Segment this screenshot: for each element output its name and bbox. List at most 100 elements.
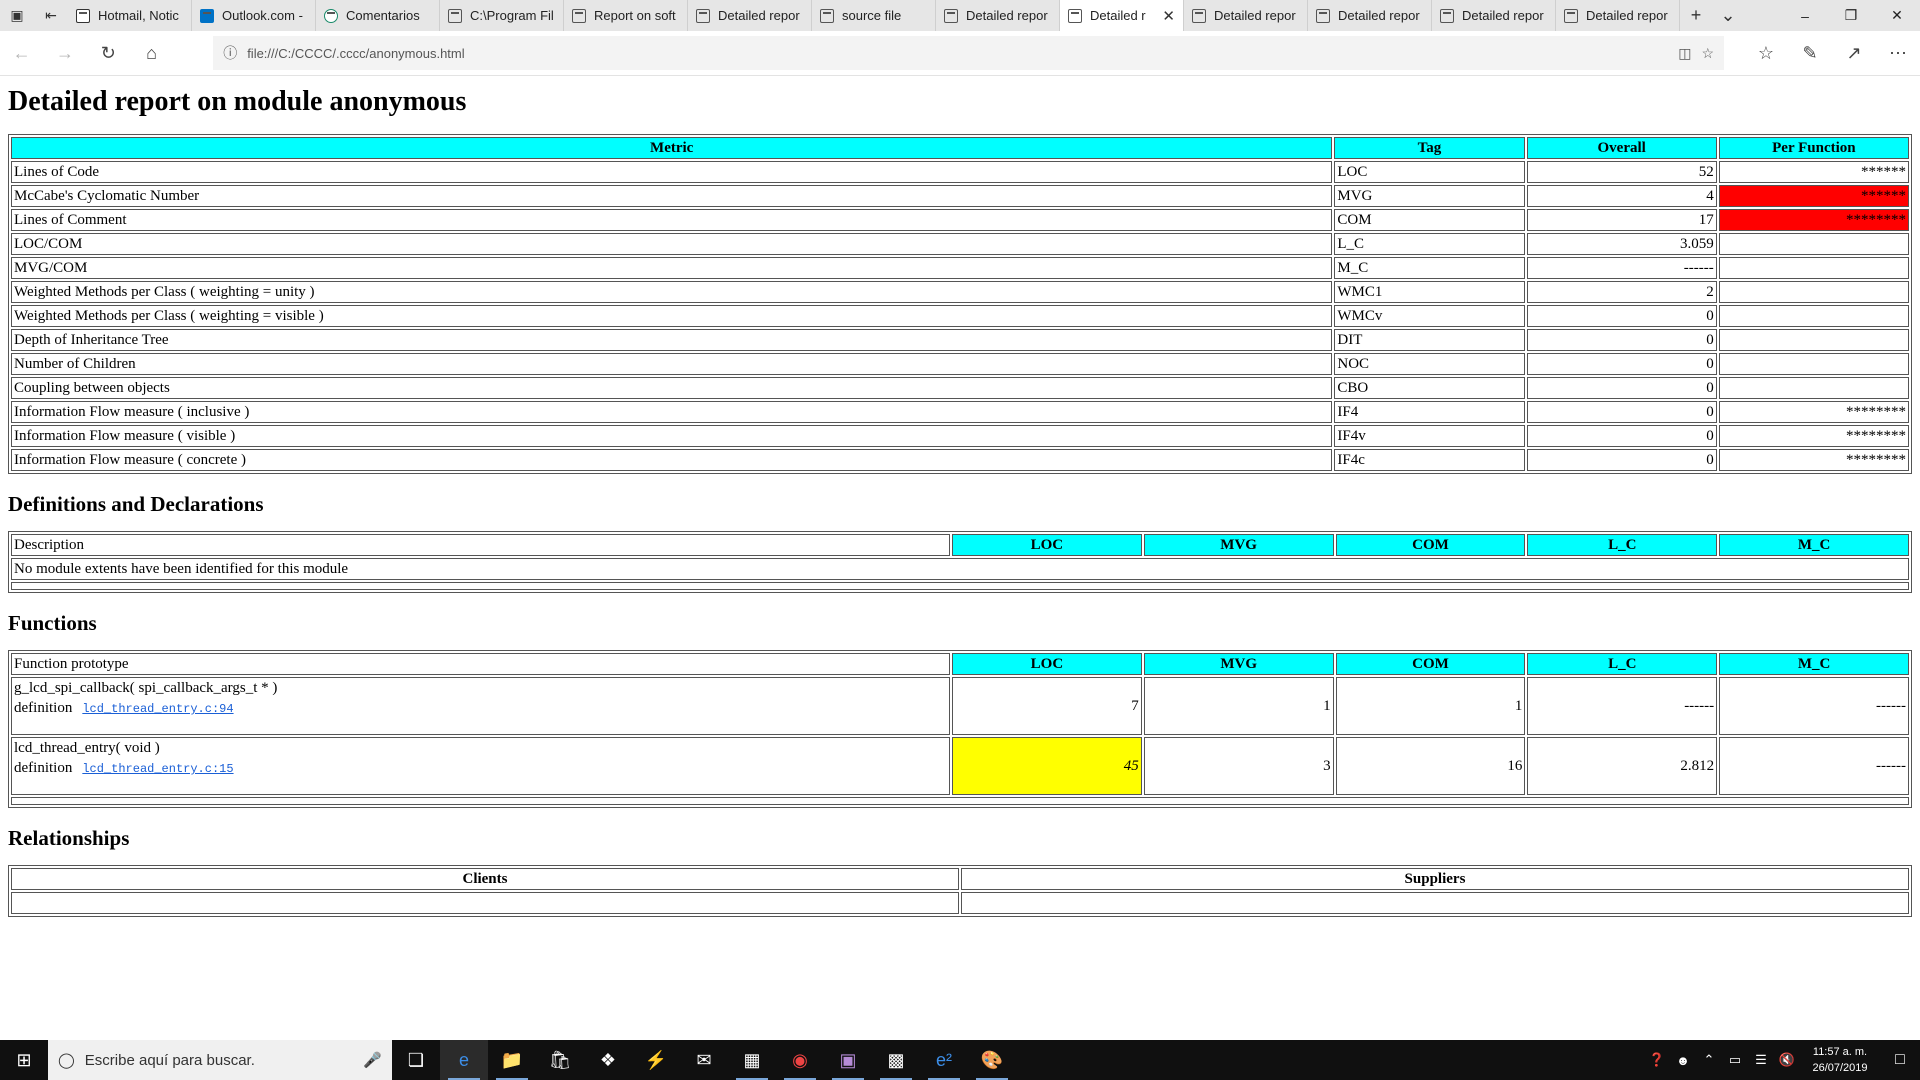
clock-date: 26/07/2019 bbox=[1812, 1062, 1868, 1074]
overall-cell: ------ bbox=[1526, 257, 1717, 279]
browser-tab[interactable]: Hotmail, Notic bbox=[68, 0, 192, 31]
close-window-icon[interactable]: ✕ bbox=[1874, 0, 1920, 31]
help-icon[interactable]: ❓ bbox=[1644, 1052, 1670, 1068]
cortana-circle-icon: ◯ bbox=[58, 1052, 75, 1069]
people-icon[interactable]: ☻ bbox=[1670, 1053, 1696, 1068]
e2-studio-icon[interactable]: e² bbox=[920, 1040, 968, 1080]
pen-notes-icon[interactable]: ✎ bbox=[1788, 31, 1832, 75]
volume-muted-icon[interactable]: 🔇 bbox=[1774, 1052, 1800, 1068]
chrome-icon[interactable]: ◉ bbox=[776, 1040, 824, 1080]
tab-label: Report on soft bbox=[594, 8, 676, 23]
refresh-icon[interactable]: ↻ bbox=[87, 31, 130, 75]
edge-browser-icon[interactable]: e bbox=[440, 1040, 488, 1080]
metric-cell: Depth of Inheritance Tree bbox=[11, 329, 1333, 351]
url-field[interactable]: ⓘ file:///C:/CCCC/.cccc/anonymous.html ◫… bbox=[213, 36, 1724, 70]
paint-icon[interactable]: 🎨 bbox=[968, 1040, 1016, 1080]
file-explorer-icon[interactable]: 📁 bbox=[488, 1040, 536, 1080]
browser-tab[interactable]: Detailed repor bbox=[1308, 0, 1432, 31]
show-hidden-icons-chevron[interactable]: ⌃ bbox=[1696, 1052, 1722, 1068]
tab-label: Detailed r bbox=[1090, 8, 1146, 23]
tag-cell: IF4c bbox=[1334, 449, 1525, 471]
set-aside-tabs-icon[interactable]: ⇤ bbox=[34, 0, 68, 31]
tab-label: Detailed repor bbox=[1214, 8, 1296, 23]
col-com: COM bbox=[1335, 534, 1526, 556]
tag-cell: WMC1 bbox=[1334, 281, 1525, 303]
minimize-icon[interactable]: – bbox=[1782, 0, 1828, 31]
table-row: Lines of Code LOC 52 ****** bbox=[11, 161, 1909, 183]
taskbar-search[interactable]: ◯ Escribe aquí para buscar. 🎤 bbox=[48, 1040, 392, 1080]
lightning-app-icon[interactable]: ⚡ bbox=[632, 1040, 680, 1080]
browser-tab[interactable]: Detailed repor bbox=[1184, 0, 1308, 31]
mail-icon[interactable]: ✉ bbox=[680, 1040, 728, 1080]
overall-cell: 0 bbox=[1526, 329, 1717, 351]
tab-label: C:\Program Fil bbox=[470, 8, 554, 23]
outlook-icon bbox=[200, 8, 214, 23]
browser-tab[interactable]: Comentarios bbox=[316, 0, 440, 31]
tab-manager-icon[interactable]: ▣ bbox=[0, 0, 34, 31]
info-icon[interactable]: ⓘ bbox=[223, 43, 237, 63]
overall-cell: 0 bbox=[1526, 305, 1717, 327]
battery-icon[interactable]: ▭ bbox=[1722, 1052, 1748, 1068]
col-function-prototype: Function prototype bbox=[11, 653, 951, 675]
favorites-hub-icon[interactable]: ☆ bbox=[1744, 31, 1788, 75]
table-row: Lines of Comment COM 17 ******** bbox=[11, 209, 1909, 231]
per-function-cell: ****** bbox=[1718, 161, 1909, 183]
per-function-cell bbox=[1718, 233, 1909, 255]
url-text: file:///C:/CCCC/.cccc/anonymous.html bbox=[247, 45, 465, 61]
browser-tab[interactable]: Detailed repor bbox=[688, 0, 812, 31]
restore-icon[interactable]: ❐ bbox=[1828, 0, 1874, 31]
col-metric: Metric bbox=[11, 137, 1333, 159]
windows-start-icon[interactable]: ⊞ bbox=[0, 1040, 48, 1080]
table-row: No module extents have been identified f… bbox=[11, 558, 1909, 580]
microphone-icon[interactable]: 🎤 bbox=[363, 1051, 382, 1069]
browser-tab[interactable]: Outlook.com - bbox=[192, 0, 316, 31]
more-options-icon[interactable]: ⋯ bbox=[1876, 31, 1920, 75]
browser-tab[interactable]: Detailed repor bbox=[1432, 0, 1556, 31]
tab-label: Detailed repor bbox=[1338, 8, 1420, 23]
col-l-c: L_C bbox=[1527, 653, 1718, 675]
store-icon[interactable]: 🛍 bbox=[536, 1040, 584, 1080]
task-view-icon[interactable]: ❏ bbox=[392, 1040, 440, 1080]
terminal-icon[interactable]: ▩ bbox=[872, 1040, 920, 1080]
browser-tab[interactable]: Detailed r ✕ bbox=[1060, 0, 1184, 31]
table-row: MVG/COM M_C ------ bbox=[11, 257, 1909, 279]
tab-label: Detailed repor bbox=[1586, 8, 1668, 23]
forward-arrow-icon[interactable]: → bbox=[43, 31, 86, 75]
per-function-cell bbox=[1718, 377, 1909, 399]
l-c-cell: 2.812 bbox=[1527, 737, 1718, 795]
calculator-icon[interactable]: ▦ bbox=[728, 1040, 776, 1080]
network-icon[interactable]: ☰ bbox=[1748, 1052, 1774, 1068]
notification-center-icon[interactable]: □ bbox=[1880, 1051, 1920, 1069]
browser-tab[interactable]: C:\Program Fil bbox=[440, 0, 564, 31]
favorite-star-icon[interactable]: ☆ bbox=[1701, 45, 1714, 62]
document-icon bbox=[76, 8, 90, 23]
metric-cell: McCabe's Cyclomatic Number bbox=[11, 185, 1333, 207]
search-placeholder: Escribe aquí para buscar. bbox=[84, 1051, 255, 1069]
share-icon[interactable]: ↗ bbox=[1832, 31, 1876, 75]
reading-view-icon[interactable]: ◫ bbox=[1678, 45, 1691, 62]
browser-tab[interactable]: Detailed repor bbox=[936, 0, 1060, 31]
browser-tab[interactable]: source file bbox=[812, 0, 936, 31]
close-tab-icon[interactable]: ✕ bbox=[1162, 7, 1175, 25]
overall-cell: 0 bbox=[1526, 353, 1717, 375]
metric-cell: Weighted Methods per Class ( weighting =… bbox=[11, 305, 1333, 327]
definition-link[interactable]: lcd_thread_entry.c:15 bbox=[82, 762, 233, 776]
new-tab-button[interactable]: + bbox=[1680, 0, 1712, 31]
purple-app-icon[interactable]: ▣ bbox=[824, 1040, 872, 1080]
page-icon bbox=[1564, 8, 1578, 23]
metric-cell: Lines of Comment bbox=[11, 209, 1333, 231]
window-controls: – ❐ ✕ bbox=[1782, 0, 1920, 31]
browser-tab[interactable]: Report on soft bbox=[564, 0, 688, 31]
back-arrow-icon[interactable]: ← bbox=[0, 31, 43, 75]
tab-preview-chevron-icon[interactable]: ⌄ bbox=[1712, 0, 1744, 31]
mvg-cell: 1 bbox=[1143, 677, 1334, 735]
tab-strip: Hotmail, Notic Outlook.com - Comentarios C:… bbox=[68, 0, 1680, 31]
browser-tab[interactable]: Detailed repor bbox=[1556, 0, 1680, 31]
taskbar-clock[interactable]: 11:57 a. m. 26/07/2019 bbox=[1800, 1044, 1880, 1076]
toolbar-right: ☆ ✎ ↗ ⋯ bbox=[1744, 31, 1920, 75]
dropbox-icon[interactable]: ❖ bbox=[584, 1040, 632, 1080]
definition-link[interactable]: lcd_thread_entry.c:94 bbox=[82, 702, 233, 716]
function-signature: lcd_thread_entry( void ) bbox=[14, 740, 160, 756]
definitions-heading: Definitions and Declarations bbox=[8, 492, 264, 516]
home-icon[interactable]: ⌂ bbox=[130, 31, 173, 75]
